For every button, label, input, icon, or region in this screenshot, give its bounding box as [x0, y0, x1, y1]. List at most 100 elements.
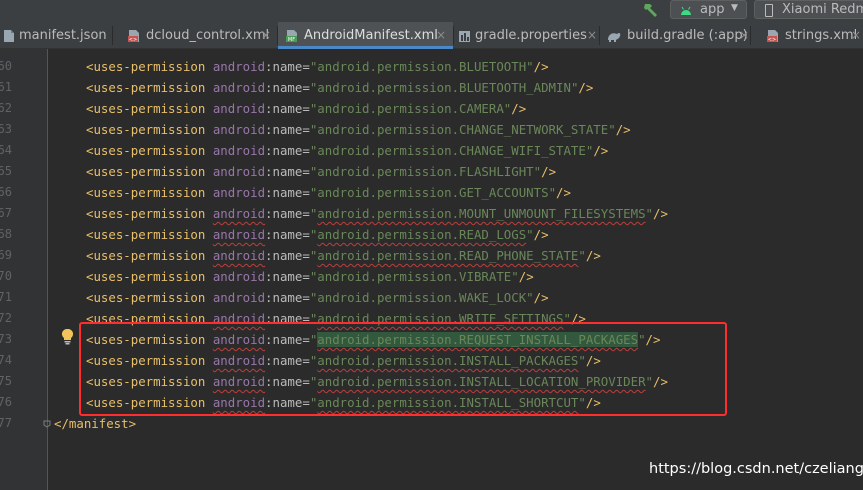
- xml-equals: =: [302, 227, 310, 242]
- code-line[interactable]: <uses-permission android:name="android.p…: [86, 245, 601, 266]
- xml-quote: ": [526, 290, 534, 305]
- close-tab-icon[interactable]: ×: [261, 28, 271, 42]
- xml-tag-end: />: [541, 164, 557, 179]
- tab-strings-xml[interactable]: <> strings.xml ×: [751, 22, 863, 49]
- line-number: 76: [0, 395, 12, 409]
- tab-label: dcloud_control.xml: [146, 28, 270, 43]
- xml-attribute: :name: [265, 164, 303, 179]
- code-line[interactable]: <uses-permission android:name="android.p…: [86, 266, 534, 287]
- permission-value: android.permission.CHANGE_NETWORK_STATE: [317, 122, 609, 137]
- xml-tag-end: />: [653, 206, 668, 221]
- xml-equals: =: [302, 206, 310, 221]
- permission-value: android.permission.READ_PHONE_STATE: [317, 248, 579, 263]
- code-line[interactable]: <uses-permission android:name="android.p…: [86, 224, 549, 245]
- line-number: 72: [0, 311, 12, 325]
- xml-tag-end: />: [533, 59, 549, 74]
- xml-namespace: android: [212, 80, 266, 95]
- code-line[interactable]: <uses-permission android:name="android.p…: [86, 119, 631, 140]
- phone-icon: [765, 4, 773, 17]
- xml-quote: ": [526, 227, 534, 242]
- tab-manifest-json[interactable]: manifest.json: [0, 22, 112, 49]
- xml-tag-end: />: [518, 269, 534, 284]
- line-number: 67: [0, 206, 12, 220]
- code-line[interactable]: <uses-permission android:name="android.p…: [86, 77, 593, 98]
- xml-tag: <uses-permission: [86, 290, 206, 305]
- code-line[interactable]: <uses-permission android:name="android.p…: [86, 140, 608, 161]
- permission-value: android.permission.WAKE_LOCK: [317, 290, 527, 305]
- line-number: 77: [0, 416, 12, 430]
- xml-attribute: :name: [265, 227, 303, 242]
- close-tab-icon[interactable]: ×: [436, 28, 446, 42]
- xml-tag: <uses-permission: [86, 59, 206, 74]
- code-line[interactable]: </manifest>: [54, 413, 136, 434]
- device-selector[interactable]: Xiaomi Redmi: [754, 0, 863, 19]
- xml-quote: ": [608, 122, 616, 137]
- xml-namespace: android: [212, 269, 266, 284]
- tab-label: gradle.properties: [475, 28, 587, 43]
- xml-attribute: :name: [265, 269, 303, 284]
- xml-tag-end: />: [533, 290, 549, 305]
- xml-quote: ": [548, 185, 557, 200]
- line-number: 61: [0, 80, 12, 94]
- xml-tag: <uses-permission: [86, 206, 206, 221]
- code-line[interactable]: <uses-permission android:name="android.p…: [86, 161, 556, 182]
- lightbulb-icon[interactable]: [61, 328, 74, 345]
- xml-closing-tag: </manifest>: [54, 416, 137, 431]
- gradle-file-icon: [608, 32, 621, 42]
- xml-tag-end: />: [533, 227, 549, 242]
- code-line[interactable]: <uses-permission android:name="android.p…: [86, 56, 549, 77]
- close-tab-icon[interactable]: ×: [587, 28, 597, 42]
- close-tab-icon[interactable]: ×: [851, 28, 861, 42]
- xml-equals: =: [302, 248, 310, 263]
- chevron-down-icon: ▼: [731, 3, 738, 13]
- xml-tag: <uses-permission: [86, 248, 206, 263]
- permission-value: android.permission.BLUETOOTH_ADMIN: [317, 80, 571, 95]
- line-number: 74: [0, 353, 12, 367]
- xml-attribute: :name: [265, 101, 303, 116]
- line-number: 70: [0, 269, 12, 283]
- line-number: 68: [0, 227, 12, 241]
- xml-namespace: android: [212, 290, 266, 305]
- xml-tag: <uses-permission: [86, 164, 206, 179]
- xml-quote: ": [526, 59, 534, 74]
- android-icon: [681, 6, 691, 15]
- tab-label: strings.xml: [785, 28, 858, 43]
- xml-tag: <uses-permission: [86, 185, 206, 200]
- xml-namespace: android: [212, 227, 266, 242]
- tab-label: AndroidManifest.xml: [304, 28, 438, 43]
- tab-gradle-properties[interactable]: gradle.properties ×: [454, 22, 599, 49]
- xml-attribute: :name: [265, 290, 303, 305]
- tab-build-gradle-app[interactable]: build.gradle (:app) ×: [600, 22, 750, 49]
- xml-quote: ": [578, 248, 586, 263]
- xml-quote: ": [511, 269, 519, 284]
- code-line[interactable]: <uses-permission android:name="android.p…: [86, 98, 526, 119]
- xml-equals: =: [302, 164, 310, 179]
- close-tab-icon[interactable]: ×: [739, 28, 749, 42]
- code-line[interactable]: <uses-permission android:name="android.p…: [86, 203, 668, 224]
- properties-file-icon: [459, 31, 470, 42]
- editor-tab-bar: manifest.json <> dcloud_control.xml × MF…: [0, 22, 863, 49]
- xml-tag: <uses-permission: [86, 227, 206, 242]
- tab-label: manifest.json: [19, 28, 107, 43]
- manifest-file-icon: MF: [286, 30, 297, 43]
- code-line[interactable]: <uses-permission android:name="android.p…: [86, 182, 571, 203]
- top-toolbar: app ▼ Xiaomi Redmi: [0, 0, 863, 22]
- xml-equals: =: [302, 269, 310, 284]
- build-hammer-icon[interactable]: [641, 1, 661, 19]
- svg-text:<>: <>: [768, 37, 776, 43]
- permission-value: android.permission.CAMERA: [317, 101, 504, 116]
- tab-androidmanifest-xml[interactable]: MF AndroidManifest.xml ×: [278, 22, 453, 49]
- xml-tag: <uses-permission: [86, 101, 206, 116]
- xml-attribute: :name: [265, 122, 303, 137]
- code-line[interactable]: <uses-permission android:name="android.p…: [86, 287, 549, 308]
- run-config-label: app: [700, 2, 725, 17]
- xml-tag: <uses-permission: [86, 269, 206, 284]
- tab-label: build.gradle (:app): [627, 28, 748, 43]
- fold-marker-icon[interactable]: [43, 420, 51, 428]
- xml-namespace: android: [212, 59, 266, 74]
- run-configuration-selector[interactable]: app ▼: [670, 0, 747, 19]
- permission-value: android.permission.CHANGE_WIFI_STATE: [317, 143, 586, 158]
- tab-dcloud-control-xml[interactable]: <> dcloud_control.xml ×: [113, 22, 277, 49]
- xml-namespace: android: [212, 122, 266, 137]
- xml-namespace: android: [212, 206, 266, 221]
